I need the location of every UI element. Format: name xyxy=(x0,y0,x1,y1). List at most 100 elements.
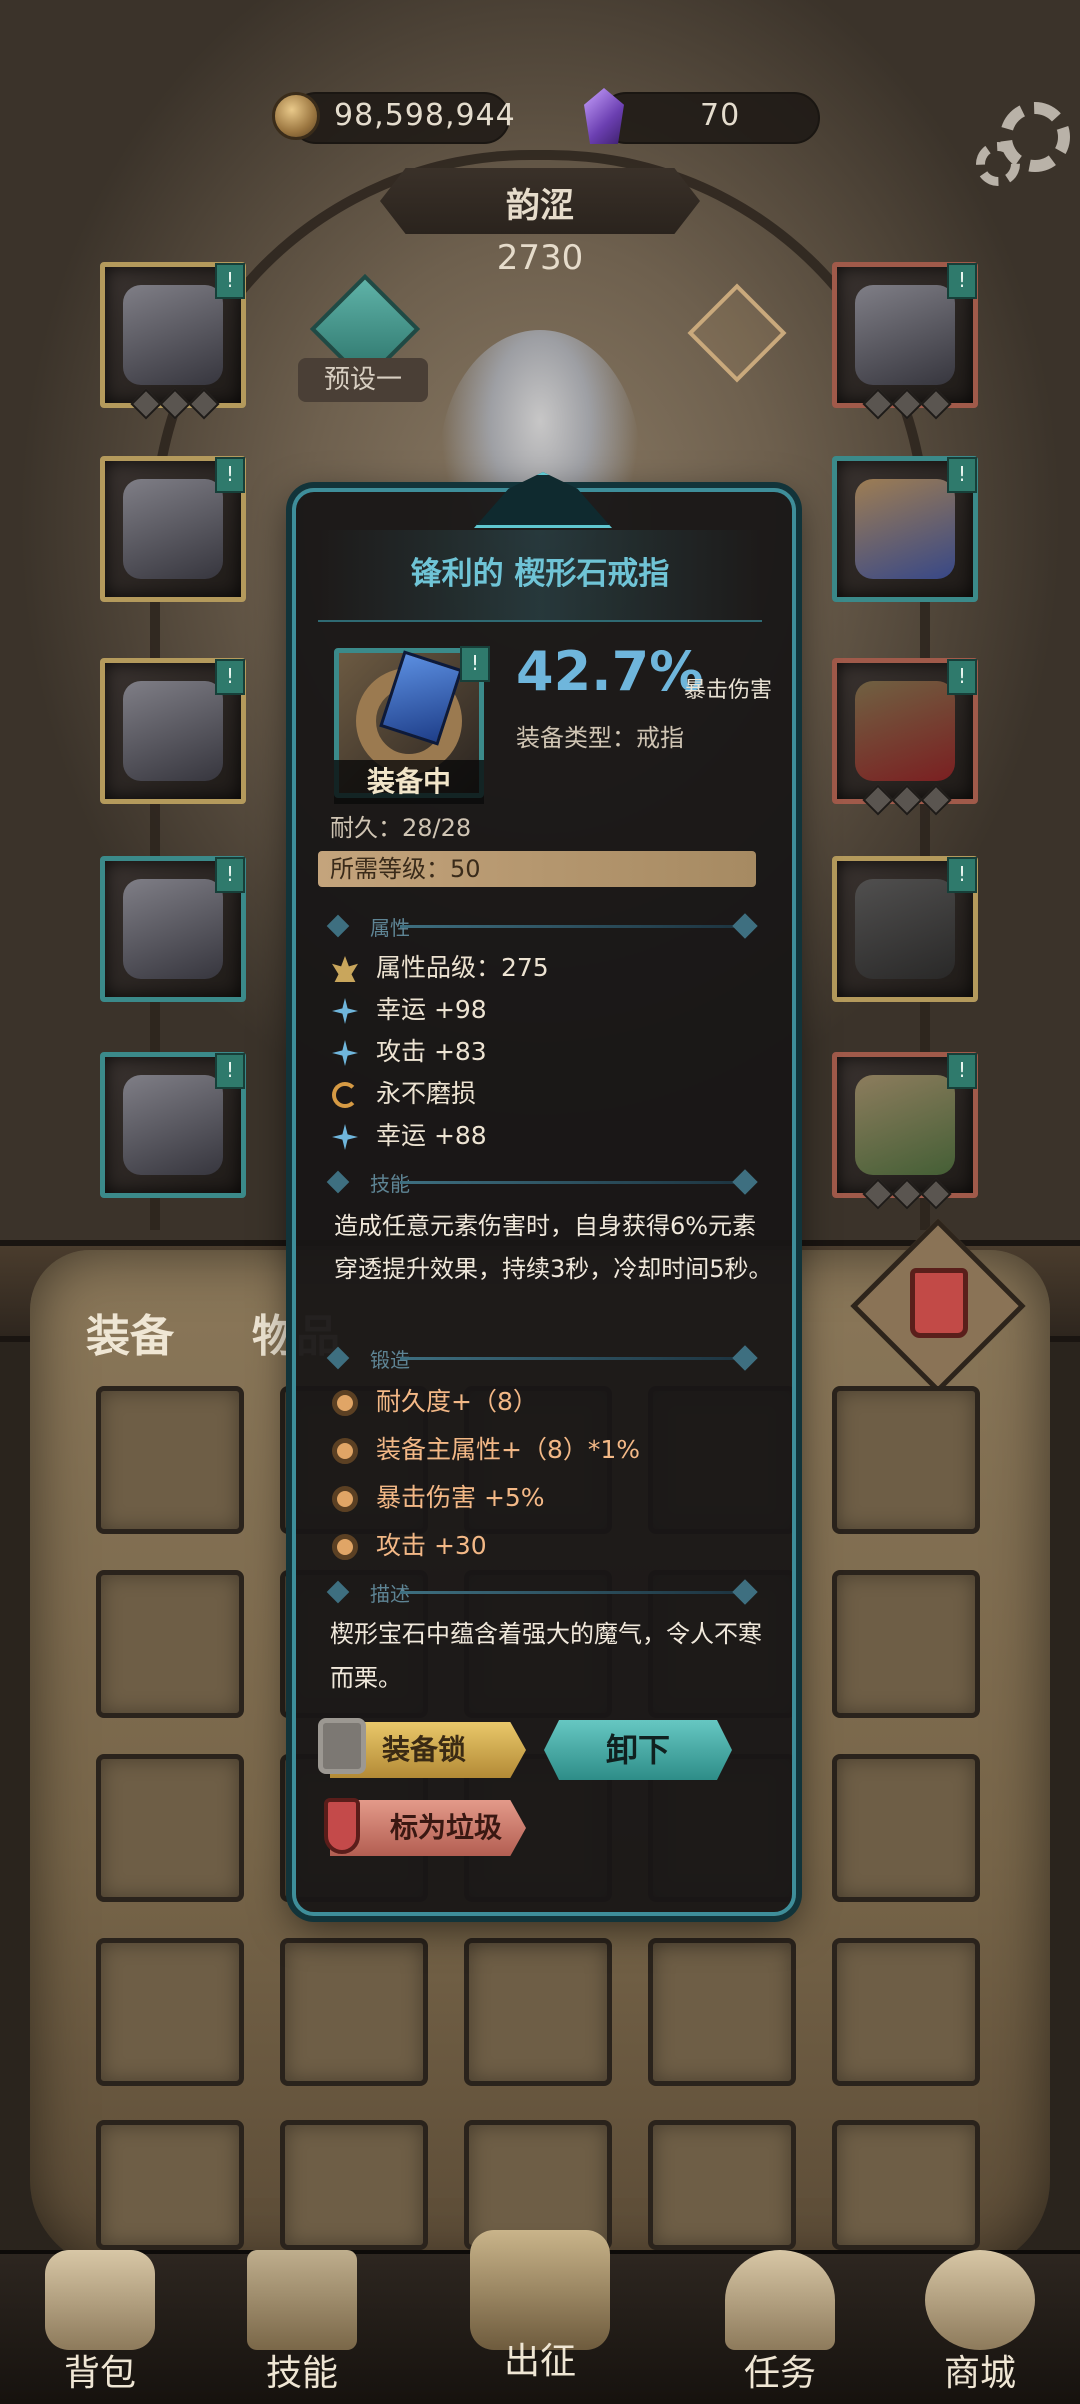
nav-label: 出征 xyxy=(503,2341,576,2382)
bag-cell[interactable] xyxy=(648,1938,796,2086)
star-icon xyxy=(332,998,358,1024)
attr-text: 幸运 +98 xyxy=(376,995,487,1024)
forge-row: 暴击伤害 +5% xyxy=(332,1480,545,1516)
bag-cell[interactable] xyxy=(96,1938,244,2086)
section-forge: 锻造 xyxy=(326,1344,760,1372)
equip-slot-head[interactable]: ! xyxy=(100,262,246,420)
forge-text: 暴击伤害 +5% xyxy=(376,1483,545,1512)
bag-cell[interactable] xyxy=(832,1386,980,1534)
slot-tag-icon: ! xyxy=(215,1053,245,1089)
slot-rating xyxy=(862,1178,952,1210)
bag-cell[interactable] xyxy=(280,1938,428,2086)
coin-icon xyxy=(272,92,320,140)
shop-crown-icon xyxy=(925,2250,1035,2350)
nav-backpack[interactable]: 背包 xyxy=(20,2250,180,2396)
bag-cell[interactable] xyxy=(96,1754,244,1902)
forge-dot-icon xyxy=(332,1390,358,1416)
attr-text: 永不磨损 xyxy=(376,1079,477,1108)
lock-icon xyxy=(318,1718,366,1774)
slot-tag-icon: ! xyxy=(215,659,245,695)
nav-skills[interactable]: 技能 xyxy=(222,2250,382,2396)
equip-slot-ring[interactable]: ! xyxy=(832,456,978,602)
bag-cell[interactable] xyxy=(96,2120,244,2250)
required-level: 所需等级：50 xyxy=(318,851,756,887)
attr-text: 攻击 +83 xyxy=(376,1037,487,1066)
attr-row: 幸运 +98 xyxy=(332,992,487,1028)
maid-headband-icon xyxy=(123,285,223,385)
forge-text: 耐久度+（8） xyxy=(376,1387,538,1416)
nav-label: 任务 xyxy=(743,2353,816,2394)
bag-cell[interactable] xyxy=(96,1386,244,1534)
equip-slot-gloves[interactable]: ! xyxy=(100,456,246,602)
gloves-icon xyxy=(123,479,223,579)
maid-dress-icon xyxy=(123,681,223,781)
skill-description: 造成任意元素伤害时，自身获得6%元素穿透提升效果，持续3秒，冷却时间5秒。 xyxy=(334,1212,773,1283)
attr-row: 属性品级：275 xyxy=(332,950,549,986)
forge-row: 装备主属性+（8）*1% xyxy=(332,1432,640,1468)
spear-icon xyxy=(855,879,955,979)
hero-power: 2730 xyxy=(496,238,584,278)
slot-tag-icon: ! xyxy=(947,659,977,695)
equipped-label: 装备中 xyxy=(334,760,484,804)
lotus-icon xyxy=(332,956,358,982)
slot-tag-icon: ! xyxy=(947,1053,977,1089)
attr-text: 幸运 +88 xyxy=(376,1121,487,1150)
slot-rating xyxy=(862,388,952,420)
equip-slot-legs[interactable]: ! xyxy=(100,856,246,1002)
junk-lantern-icon xyxy=(324,1798,360,1854)
hero-name: 韵涩 xyxy=(506,186,574,226)
nav-expedition[interactable]: 出征 xyxy=(460,2230,620,2384)
spellbook-icon xyxy=(855,1075,955,1175)
primary-stat-value: 42.7% xyxy=(516,640,704,703)
equip-slot-necklace[interactable]: ! xyxy=(832,262,978,420)
slot-tag-icon: ! xyxy=(947,263,977,299)
forge-dot-icon xyxy=(332,1486,358,1512)
nav-label: 技能 xyxy=(265,2353,338,2394)
slot-rating xyxy=(862,784,952,816)
section-attributes: 属性 xyxy=(326,912,760,940)
nav-shop[interactable]: 商城 xyxy=(900,2250,1060,2396)
bag-cell[interactable] xyxy=(832,1754,980,1902)
ring-icon xyxy=(855,479,955,579)
bag-cell[interactable] xyxy=(280,2120,428,2250)
backpack-icon xyxy=(45,2250,155,2350)
forge-text: 装备主属性+（8）*1% xyxy=(376,1435,641,1464)
slot-tag-icon: ! xyxy=(215,857,245,893)
bag-cell[interactable] xyxy=(832,1570,980,1718)
bag-cell[interactable] xyxy=(832,2120,980,2250)
nav-quests[interactable]: 任务 xyxy=(700,2250,860,2396)
equip-slot-body[interactable]: ! xyxy=(100,658,246,804)
gem-amount: 70 xyxy=(700,98,741,133)
equip-slot-book[interactable]: ! xyxy=(832,1052,978,1210)
bag-cell[interactable] xyxy=(96,1570,244,1718)
slot-tag-icon: ! xyxy=(215,457,245,493)
slot-tag-icon: ! xyxy=(947,857,977,893)
star-icon xyxy=(332,1124,358,1150)
cycle-icon xyxy=(332,1082,358,1108)
attr-row: 永不磨损 xyxy=(332,1076,476,1112)
coin-amount: 98,598,944 xyxy=(334,98,516,133)
equip-slot-amulet[interactable]: ! xyxy=(832,658,978,816)
section-description: 描述 xyxy=(326,1578,760,1606)
bag-tab-equipment[interactable]: 装备 xyxy=(86,1300,174,1364)
forge-dot-icon xyxy=(332,1534,358,1560)
slot-rating xyxy=(130,388,220,420)
trash-icon[interactable] xyxy=(910,1268,968,1338)
durability: 耐久：28/28 xyxy=(330,814,472,842)
nav-label: 背包 xyxy=(63,2353,136,2394)
skirt-icon xyxy=(123,879,223,979)
forge-text: 攻击 +30 xyxy=(376,1531,487,1560)
preset-label[interactable]: 预设一 xyxy=(298,358,428,402)
bag-cell[interactable] xyxy=(464,1938,612,2086)
skill-book-icon xyxy=(247,2250,357,2350)
item-description: 楔形宝石中蕴含着强大的魔气，令人不寒而栗。 xyxy=(330,1620,762,1692)
forge-row: 耐久度+（8） xyxy=(332,1384,538,1420)
bag-cell[interactable] xyxy=(648,2120,796,2250)
unequip-button[interactable]: 卸下 xyxy=(544,1720,732,1780)
star-icon xyxy=(332,1040,358,1066)
settings-gear-small-icon[interactable] xyxy=(976,142,1020,186)
equip-slot-boots[interactable]: ! xyxy=(100,1052,246,1198)
bag-cell[interactable] xyxy=(832,1938,980,2086)
equip-slot-weapon[interactable]: ! xyxy=(832,856,978,1002)
slot-tag-icon: ! xyxy=(215,263,245,299)
